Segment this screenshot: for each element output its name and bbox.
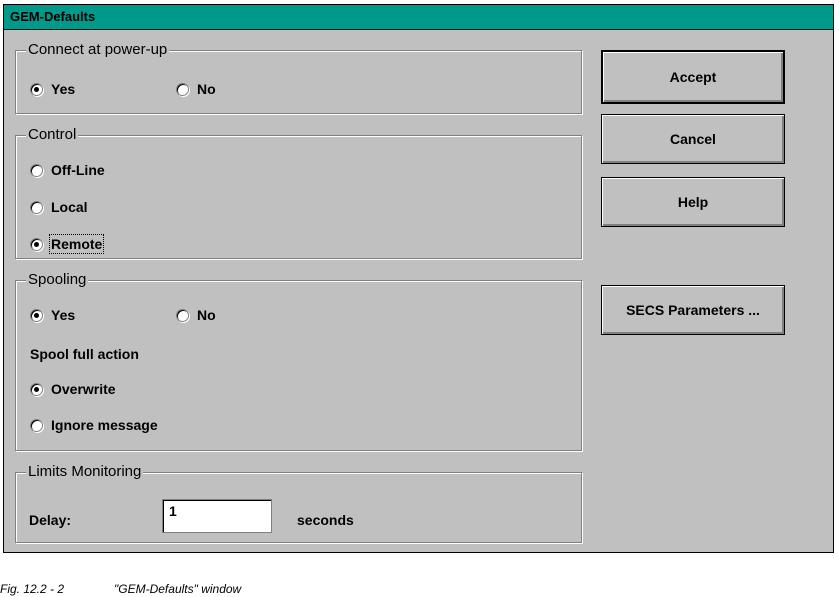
spool-overwrite-label: Overwrite xyxy=(51,381,116,397)
radio-unchecked-icon xyxy=(30,163,43,177)
spool-ignore-label: Ignore message xyxy=(51,417,158,433)
connect-groupbox: Connect at power-up Yes No xyxy=(15,41,582,114)
title-bar[interactable]: GEM-Defaults xyxy=(4,5,833,30)
help-button[interactable]: Help xyxy=(601,177,785,227)
radio-checked-icon xyxy=(30,382,43,396)
secs-parameters-button[interactable]: SECS Parameters ... xyxy=(601,285,785,335)
gem-defaults-dialog: GEM-Defaults Connect at power-up Yes No … xyxy=(3,4,834,553)
control-legend: Control xyxy=(26,126,79,143)
spooling-yes-radio[interactable]: Yes xyxy=(30,307,75,323)
control-groupbox: Control Off-Line Local Remote xyxy=(15,126,582,259)
spooling-no-label: No xyxy=(197,307,216,323)
window-title: GEM-Defaults xyxy=(10,9,96,24)
control-local-label: Local xyxy=(51,199,88,215)
control-remote-label: Remote xyxy=(48,234,105,254)
cancel-button[interactable]: Cancel xyxy=(601,114,785,164)
spool-ignore-radio[interactable]: Ignore message xyxy=(30,417,158,433)
delay-input[interactable]: 1 xyxy=(162,499,272,533)
limits-legend: Limits Monitoring xyxy=(26,463,144,480)
control-local-radio[interactable]: Local xyxy=(30,199,88,215)
control-remote-radio[interactable]: Remote xyxy=(30,234,105,254)
radio-unchecked-icon xyxy=(176,82,189,96)
connect-legend: Connect at power-up xyxy=(26,41,170,58)
radio-unchecked-icon xyxy=(176,308,189,322)
figure-caption-text: "GEM-Defaults" window xyxy=(114,582,242,596)
connect-no-radio[interactable]: No xyxy=(176,81,216,97)
radio-checked-icon xyxy=(30,82,43,96)
delay-label: Delay: xyxy=(29,512,72,528)
accept-button[interactable]: Accept xyxy=(601,50,785,104)
spool-overwrite-radio[interactable]: Overwrite xyxy=(30,381,116,397)
radio-checked-icon xyxy=(30,308,43,322)
limits-groupbox: Limits Monitoring Delay: 1 seconds xyxy=(15,463,582,543)
spooling-legend: Spooling xyxy=(26,271,89,288)
seconds-label: seconds xyxy=(297,512,354,528)
spool-full-action-label: Spool full action xyxy=(30,346,139,362)
figure-caption: Fig. 12.2 - 2 "GEM-Defaults" window xyxy=(0,582,241,596)
connect-yes-label: Yes xyxy=(51,81,76,97)
spooling-groupbox: Spooling Yes No Spool full action Overwr… xyxy=(15,271,582,451)
radio-checked-icon xyxy=(30,237,43,251)
radio-unchecked-icon xyxy=(30,200,43,214)
radio-unchecked-icon xyxy=(30,418,43,432)
spooling-no-radio[interactable]: No xyxy=(176,307,216,323)
spooling-yes-label: Yes xyxy=(51,307,76,323)
figure-number: Fig. 12.2 - 2 xyxy=(0,582,65,596)
connect-yes-radio[interactable]: Yes xyxy=(30,81,75,97)
control-offline-label: Off-Line xyxy=(51,162,105,178)
connect-no-label: No xyxy=(197,81,216,97)
control-offline-radio[interactable]: Off-Line xyxy=(30,162,105,178)
